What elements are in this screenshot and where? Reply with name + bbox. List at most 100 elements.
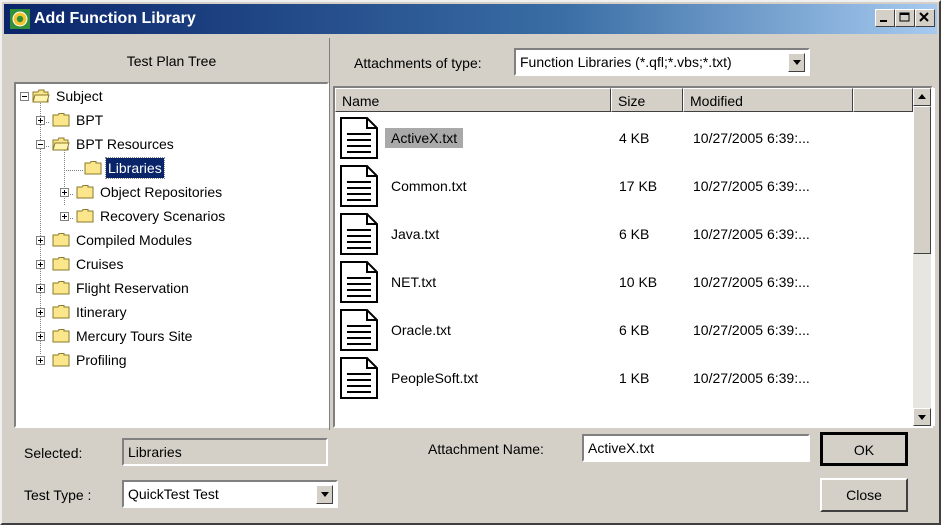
tree-node-itinerary[interactable]: Itinerary [16, 302, 316, 324]
tree-node-label: Mercury Tours Site [76, 328, 193, 344]
file-size: 10 KB [619, 274, 658, 290]
text-document-icon [340, 213, 378, 255]
collapse-toggle[interactable] [36, 140, 45, 149]
scroll-up-button[interactable] [913, 88, 931, 106]
expand-toggle[interactable] [36, 284, 45, 293]
file-name: Java.txt [391, 226, 440, 242]
attachment-name-value: ActiveX.txt [588, 440, 655, 456]
file-name: Common.txt [391, 178, 467, 194]
file-row-net[interactable]: NET.txt 10 KB 10/27/2005 6:39:... [335, 258, 915, 306]
tree-node-libraries[interactable]: Libraries [16, 157, 316, 180]
chevron-down-icon [321, 492, 329, 497]
file-list[interactable]: Name Size Modified ActiveX.txt 4 KB 10/2… [335, 88, 935, 426]
file-row-activex[interactable]: ActiveX.txt 4 KB 10/27/2005 6:39:... [335, 114, 915, 162]
maximize-icon [899, 12, 910, 22]
minimize-button[interactable] [875, 9, 895, 27]
attachments-type-select[interactable]: Function Libraries (*.qfl;*.vbs;*.txt) [514, 48, 810, 76]
column-header-size[interactable]: Size [611, 88, 683, 112]
column-header-name[interactable]: Name [335, 88, 611, 112]
folder-icon [52, 233, 70, 247]
tree-node-flight-reservation[interactable]: Flight Reservation [16, 278, 316, 300]
tree-node-compiled-modules[interactable]: Compiled Modules [16, 230, 316, 252]
attachments-type-label: Attachments of type: [354, 55, 482, 71]
tree-node-label: Cruises [76, 256, 124, 272]
expand-toggle[interactable] [36, 236, 45, 245]
file-size: 6 KB [619, 226, 650, 242]
tree-node-mercury-tours-site[interactable]: Mercury Tours Site [16, 326, 316, 348]
column-header-modified[interactable]: Modified [683, 88, 853, 112]
qtp-logo-icon [10, 9, 30, 29]
tree-node-object-repositories[interactable]: Object Repositories [16, 182, 316, 204]
file-row-oracle[interactable]: Oracle.txt 6 KB 10/27/2005 6:39:... [335, 306, 915, 354]
open-folder-icon [32, 89, 50, 103]
expand-toggle[interactable] [60, 212, 69, 221]
folder-icon [52, 257, 70, 271]
file-name: ActiveX.txt [385, 128, 464, 148]
open-folder-icon [52, 137, 70, 151]
ok-button[interactable]: OK [820, 432, 908, 466]
attachments-type-value: Function Libraries (*.qfl;*.vbs;*.txt) [520, 54, 732, 70]
expand-toggle[interactable] [36, 260, 45, 269]
collapse-toggle[interactable] [20, 92, 29, 101]
dropdown-button[interactable] [316, 485, 333, 504]
attachment-name-input[interactable]: ActiveX.txt [582, 434, 810, 462]
folder-icon [52, 353, 70, 367]
tree-node-label: Object Repositories [100, 184, 223, 200]
folder-icon [84, 161, 102, 175]
test-plan-tree[interactable]: Subject BPT BPT Resources Libraries Obje… [16, 84, 327, 426]
dropdown-button[interactable] [788, 53, 805, 72]
scroll-thumb[interactable] [913, 106, 931, 254]
folder-icon [76, 209, 94, 223]
test-type-select[interactable]: QuickTest Test [122, 480, 338, 508]
file-list-scrollbar[interactable] [913, 88, 931, 426]
text-document-icon [340, 357, 378, 399]
file-name: NET.txt [391, 274, 437, 290]
window-title: Add Function Library [34, 10, 196, 27]
file-row-java[interactable]: Java.txt 6 KB 10/27/2005 6:39:... [335, 210, 915, 258]
tree-node-bpt[interactable]: BPT [16, 110, 316, 132]
file-modified: 10/27/2005 6:39:... [693, 226, 810, 242]
tree-node-bpt-resources[interactable]: BPT Resources [16, 134, 316, 156]
file-name: Oracle.txt [391, 322, 451, 338]
tree-node-label: Flight Reservation [76, 280, 189, 296]
title-bar[interactable]: Add Function Library [4, 4, 937, 34]
folder-icon [52, 305, 70, 319]
file-row-common[interactable]: Common.txt 17 KB 10/27/2005 6:39:... [335, 162, 915, 210]
text-document-icon [340, 117, 378, 159]
tree-node-label: Profiling [76, 352, 127, 368]
file-modified: 10/27/2005 6:39:... [693, 322, 810, 338]
expand-toggle[interactable] [60, 188, 69, 197]
file-modified: 10/27/2005 6:39:... [693, 274, 810, 290]
folder-icon [52, 113, 70, 127]
text-document-icon [340, 261, 378, 303]
tree-node-subject[interactable]: Subject [16, 86, 316, 108]
test-type-value: QuickTest Test [128, 486, 219, 502]
column-header-empty [853, 88, 913, 112]
tree-node-cruises[interactable]: Cruises [16, 254, 316, 276]
tree-node-label: Recovery Scenarios [100, 208, 226, 224]
test-type-label: Test Type : [24, 487, 92, 503]
close-window-button[interactable] [915, 9, 935, 27]
expand-toggle[interactable] [36, 332, 45, 341]
scroll-down-button[interactable] [913, 408, 931, 426]
tree-node-label: BPT Resources [76, 136, 174, 152]
tree-node-recovery-scenarios[interactable]: Recovery Scenarios [16, 206, 316, 228]
file-modified: 10/27/2005 6:39:... [693, 130, 810, 146]
tree-node-profiling[interactable]: Profiling [16, 350, 316, 372]
tree-node-label: Itinerary [76, 304, 127, 320]
text-document-icon [340, 309, 378, 351]
attachment-name-label: Attachment Name: [428, 441, 544, 457]
expand-toggle[interactable] [36, 356, 45, 365]
file-modified: 10/27/2005 6:39:... [693, 370, 810, 386]
folder-icon [52, 329, 70, 343]
close-button[interactable]: Close [820, 478, 908, 512]
maximize-button[interactable] [895, 9, 915, 27]
expand-toggle[interactable] [36, 116, 45, 125]
file-modified: 10/27/2005 6:39:... [693, 178, 810, 194]
file-row-peoplesoft[interactable]: PeopleSoft.txt 1 KB 10/27/2005 6:39:... [335, 354, 915, 402]
file-size: 4 KB [619, 130, 650, 146]
selected-field: Libraries [122, 438, 328, 466]
expand-toggle[interactable] [36, 308, 45, 317]
panel-splitter[interactable] [329, 38, 330, 430]
folder-icon [76, 185, 94, 199]
